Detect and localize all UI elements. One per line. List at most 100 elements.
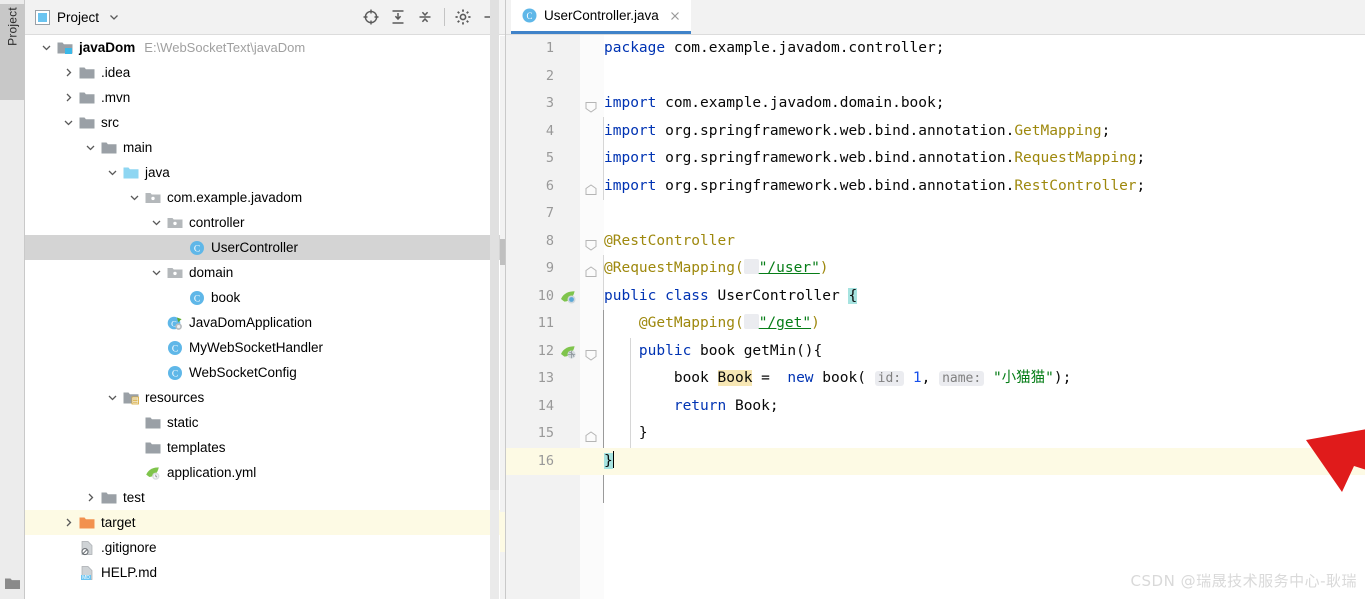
spring-mapping-icon[interactable] xyxy=(560,343,577,360)
tree-item-javadom[interactable]: javaDom E:\WebSocketText\javaDom xyxy=(25,35,505,60)
fold-start-icon[interactable] xyxy=(584,235,598,251)
fold-end-icon[interactable] xyxy=(584,262,598,277)
collapse-all-icon[interactable] xyxy=(416,8,434,26)
tree-item-label: application.yml xyxy=(167,465,257,480)
tree-item-mywebsockethandler[interactable]: C MyWebSocketHandler xyxy=(25,335,505,360)
chevron-down-icon[interactable] xyxy=(150,216,163,229)
code-line-1[interactable]: 1 package com.example.javadom.controller; xyxy=(506,35,1365,63)
toolbar-divider xyxy=(444,8,445,26)
gear-icon[interactable] xyxy=(454,8,472,26)
chevron-down-icon[interactable] xyxy=(108,11,120,23)
code-lines[interactable]: 1 package com.example.javadom.controller;… xyxy=(506,35,1365,599)
chevron-right-icon[interactable] xyxy=(62,91,75,104)
folder-icon xyxy=(145,415,161,431)
tool-button-project-label: Project xyxy=(5,7,20,46)
code-line-7[interactable]: 7 xyxy=(506,200,1365,228)
line-number: 10 xyxy=(537,287,554,304)
tree-item-target[interactable]: target xyxy=(25,510,505,535)
tree-item-domain[interactable]: domain xyxy=(25,260,505,285)
line-number: 3 xyxy=(545,95,554,111)
tree-item-mvn[interactable]: .mvn xyxy=(25,85,505,110)
code-editor[interactable]: 1 package com.example.javadom.controller;… xyxy=(506,35,1365,599)
tree-item-label: src xyxy=(101,115,119,130)
code-line-3[interactable]: 3 import com.example.javadom.domain.book; xyxy=(506,90,1365,118)
folder-icon xyxy=(101,490,117,506)
expand-all-icon[interactable] xyxy=(389,8,407,26)
fold-end-icon[interactable] xyxy=(584,180,598,195)
text-caret xyxy=(612,450,615,468)
code-line-11[interactable]: 11 @GetMapping("/get") xyxy=(506,310,1365,338)
code-line-14[interactable]: 14 return Book; xyxy=(506,393,1365,421)
tree-item-label: domain xyxy=(189,265,234,280)
locate-target-icon[interactable] xyxy=(362,8,380,26)
web-reference-icon[interactable] xyxy=(743,314,759,329)
tree-item-src[interactable]: src xyxy=(25,110,505,135)
chevron-down-icon[interactable] xyxy=(106,391,119,404)
tree-item-usercontroller[interactable]: C UserController xyxy=(25,235,505,260)
line-number: 6 xyxy=(545,177,554,194)
fold-end-icon[interactable] xyxy=(584,427,598,442)
code-line-15[interactable]: 15 } xyxy=(506,420,1365,448)
chevron-down-icon[interactable] xyxy=(84,141,97,154)
code-line-12[interactable]: 12 public book getMin(){ xyxy=(506,338,1365,366)
tool-button-project[interactable]: Project xyxy=(0,4,25,100)
tree-item-controller[interactable]: controller xyxy=(25,210,505,235)
code-line-16[interactable]: 16} xyxy=(506,447,1365,475)
folder-icon xyxy=(101,140,117,156)
fold-start-icon[interactable] xyxy=(584,97,598,113)
code-line-4[interactable]: 4 import org.springframework.web.bind.ann… xyxy=(506,118,1365,146)
chevron-down-icon[interactable] xyxy=(128,191,141,204)
code-line-6[interactable]: 6 import org.springframework.web.bind.ann… xyxy=(506,173,1365,201)
tree-item-resources[interactable]: resources xyxy=(25,385,505,410)
close-icon[interactable] xyxy=(669,10,681,22)
java-class-icon: C xyxy=(189,290,205,306)
code-line-13[interactable]: 13 book Book = new book( id: 1, name: "小… xyxy=(506,365,1365,393)
code-text: package com.example.javadom.controller; xyxy=(604,40,945,56)
project-tree[interactable]: javaDom E:\WebSocketText\javaDom .idea .mvn… xyxy=(25,35,505,599)
chevron-right-icon[interactable] xyxy=(62,516,75,529)
tree-item-idea[interactable]: .idea xyxy=(25,60,505,85)
tree-item-label: resources xyxy=(145,390,205,405)
tree-item-javadomapplication[interactable]: C JavaDomApplication xyxy=(25,310,505,335)
web-reference-icon[interactable] xyxy=(743,259,759,274)
tree-item-gitignore[interactable]: .gitignore xyxy=(25,535,505,560)
excluded-folder-icon xyxy=(79,515,95,531)
tree-item-websocketconfig[interactable]: C WebSocketConfig xyxy=(25,360,505,385)
code-text: public class UserController { xyxy=(604,287,858,304)
fold-start-icon[interactable] xyxy=(584,345,598,361)
chevron-right-icon[interactable] xyxy=(84,491,97,504)
tab-usercontroller-java[interactable]: C UserController.java xyxy=(511,0,691,34)
tree-item-java[interactable]: java xyxy=(25,160,505,185)
tree-item-application-yml[interactable]: application.yml xyxy=(25,460,505,485)
code-line-2[interactable]: 2 xyxy=(506,63,1365,91)
line-number: 4 xyxy=(545,122,554,139)
tree-item-com-example-javadom[interactable]: com.example.javadom xyxy=(25,185,505,210)
package-icon xyxy=(167,215,183,231)
chevron-right-icon[interactable] xyxy=(62,66,75,79)
code-line-8[interactable]: 8 @RestController xyxy=(506,228,1365,256)
tree-item-book[interactable]: Cbook xyxy=(25,285,505,310)
tree-item-templates[interactable]: templates xyxy=(25,435,505,460)
tree-item-label: main xyxy=(123,140,153,155)
tree-item-test[interactable]: test xyxy=(25,485,505,510)
chevron-down-icon[interactable] xyxy=(40,41,53,54)
code-text: } xyxy=(638,425,648,441)
spring-bean-icon[interactable] xyxy=(560,288,577,305)
chevron-down-icon[interactable] xyxy=(106,166,119,179)
tree-item-static[interactable]: static xyxy=(25,410,505,435)
tree-item-path: E:\WebSocketText\javaDom xyxy=(144,40,306,55)
tree-item-help-md[interactable]: MD HELP.md xyxy=(25,560,505,585)
tree-item-main[interactable]: main xyxy=(25,135,505,160)
folder-icon xyxy=(79,65,95,81)
code-line-5[interactable]: 5 import org.springframework.web.bind.ann… xyxy=(506,145,1365,173)
chevron-down-icon[interactable] xyxy=(150,266,163,279)
code-line-10[interactable]: 10 public class UserController { xyxy=(506,283,1365,311)
project-scrollbar-thumb[interactable] xyxy=(490,0,499,490)
fold-end-icon xyxy=(585,266,597,277)
fold-end-icon xyxy=(585,183,597,195)
edge-marker-highlight xyxy=(500,512,505,552)
chevron-down-icon[interactable] xyxy=(62,116,75,129)
code-text: public book getMin(){ xyxy=(638,342,823,359)
code-text: return Book; xyxy=(673,397,779,414)
code-line-9[interactable]: 9 @RequestMapping("/user") xyxy=(506,255,1365,283)
